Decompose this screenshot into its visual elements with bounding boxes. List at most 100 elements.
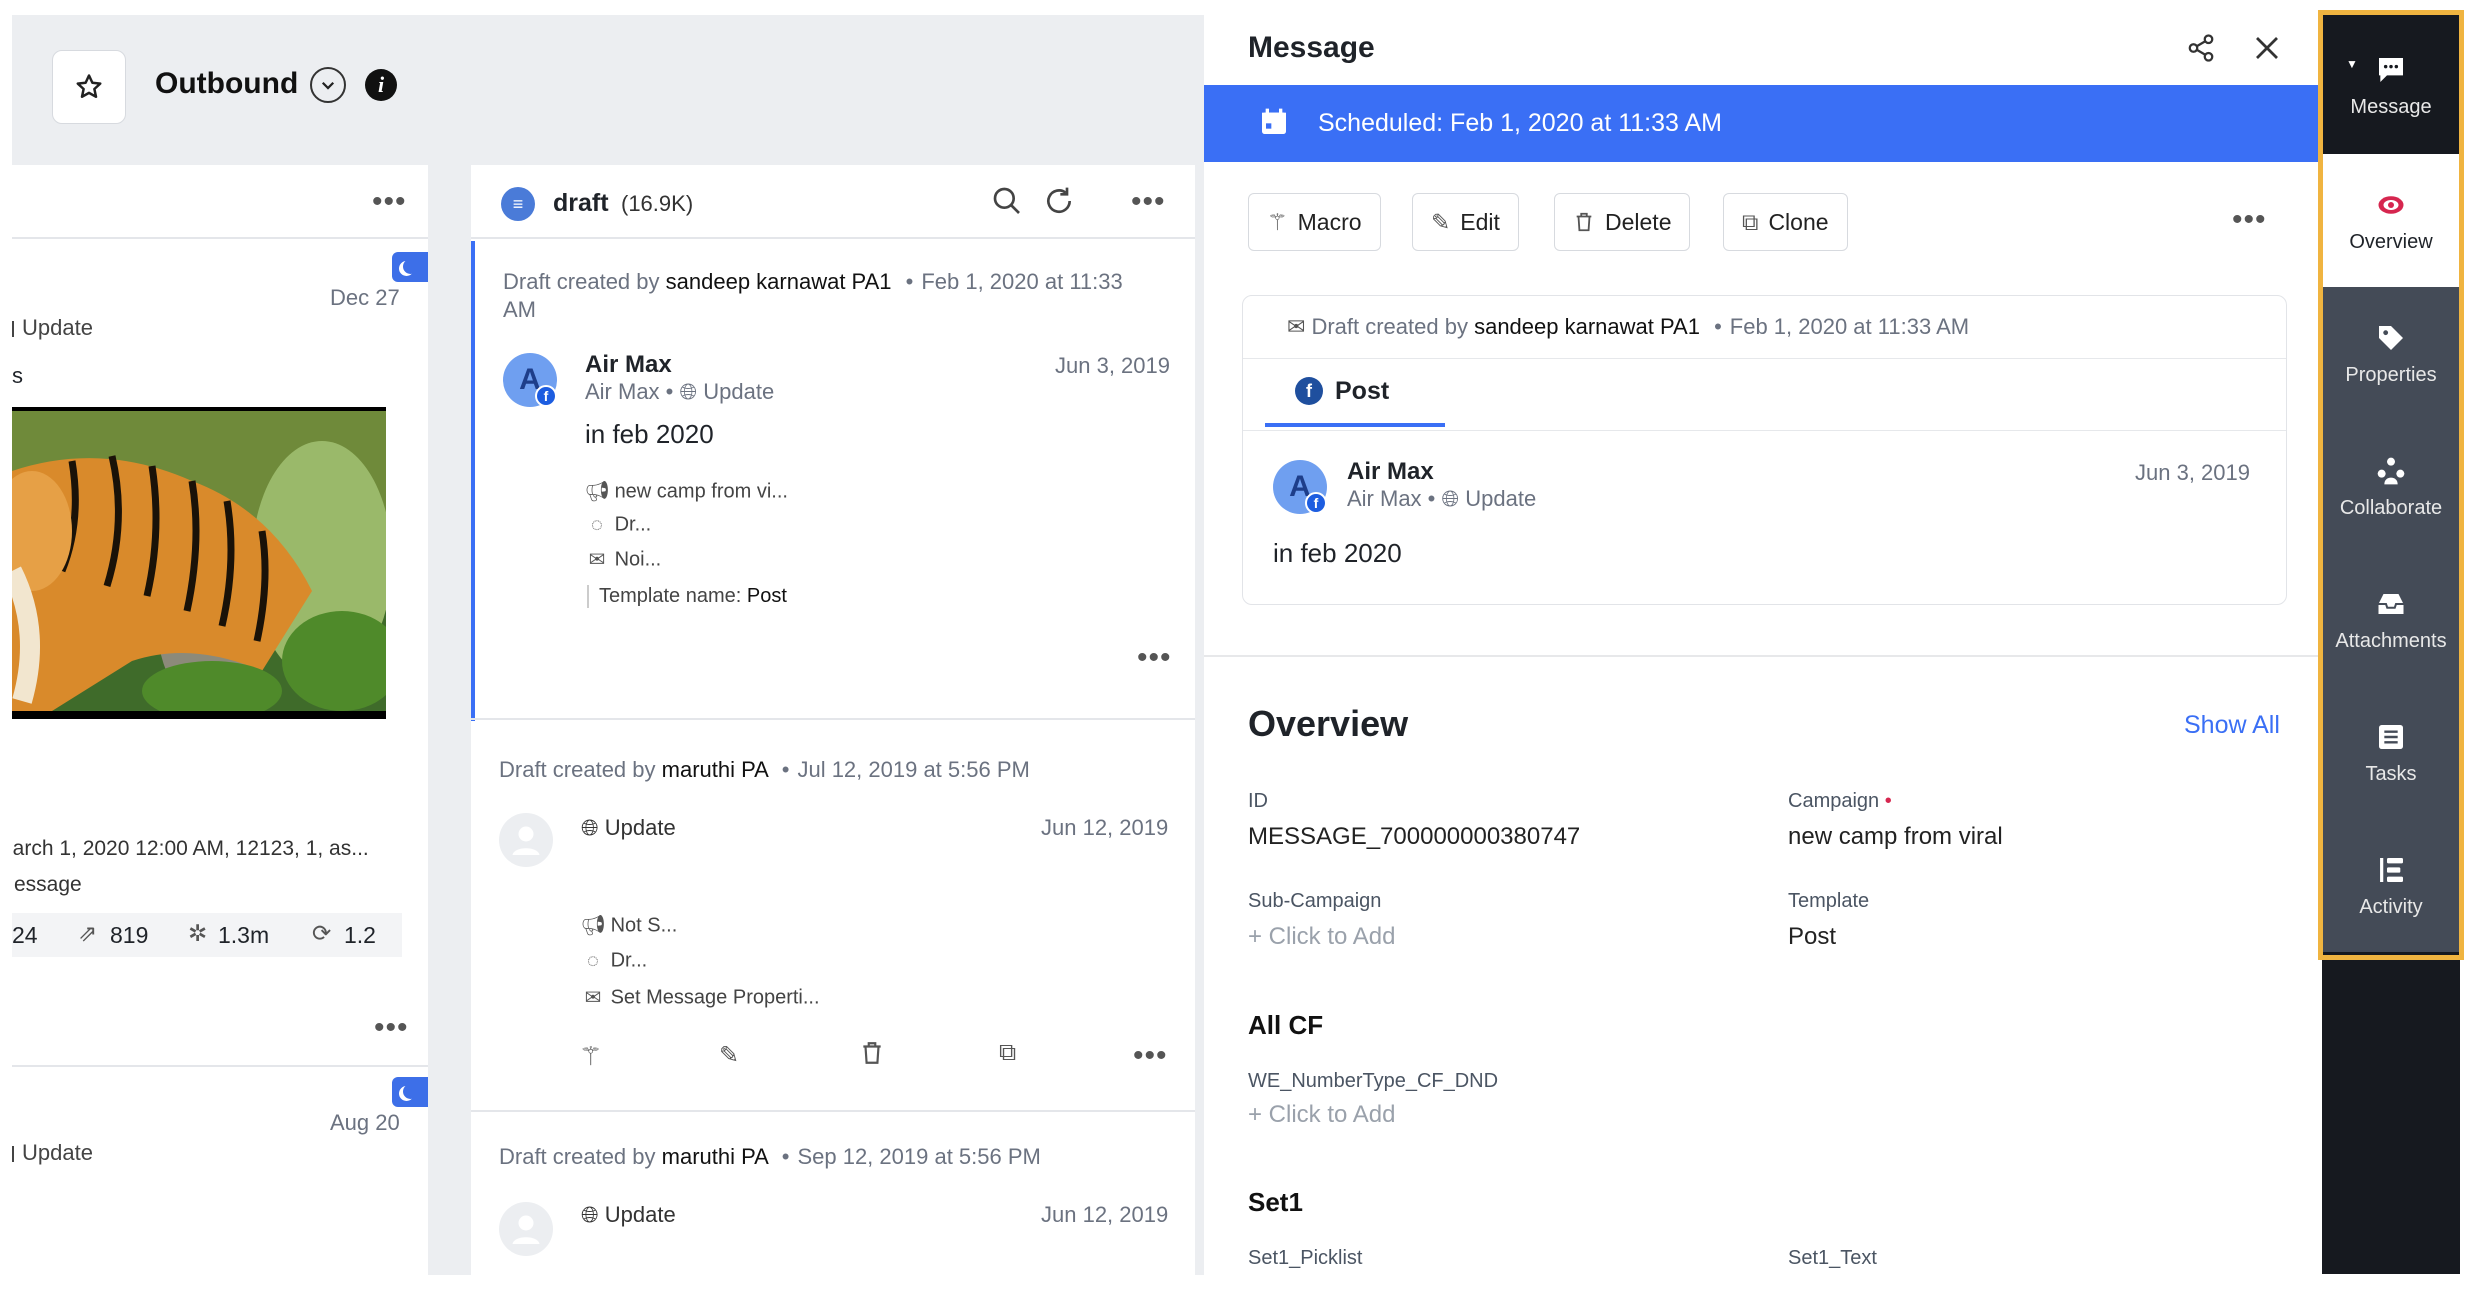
tasks-icon xyxy=(2373,719,2409,755)
post-message-fragment: essage xyxy=(14,873,82,896)
more-icon[interactable]: ••• xyxy=(1131,187,1166,217)
facebook-icon: f xyxy=(1305,492,1327,514)
rail-item-attachments[interactable]: Attachments xyxy=(2322,553,2460,686)
stat-reposts: 1.2 xyxy=(344,922,376,948)
post-text-fragment: s xyxy=(12,363,23,388)
more-icon[interactable]: ••• xyxy=(374,1013,409,1043)
post-body: in feb 2020 xyxy=(1273,538,1402,568)
post-date: Jun 12, 2019 xyxy=(1041,815,1169,840)
share-icon[interactable] xyxy=(2186,33,2216,68)
macro-button[interactable]: ⚚ Macro xyxy=(1248,193,1381,251)
overview-title: Overview xyxy=(1248,703,1409,744)
status-icon: ◌ xyxy=(591,513,603,536)
template-row: Template name: Post xyxy=(587,585,787,608)
rail-item-tasks[interactable]: Tasks xyxy=(2322,686,2460,819)
field-value-campaign[interactable]: new camp from viral xyxy=(1788,823,2003,851)
magic-wand-icon: ⚚ xyxy=(1267,208,1288,235)
section-title-allcf: All CF xyxy=(1248,1010,1324,1040)
post-date: Jun 12, 2019 xyxy=(1041,1202,1169,1227)
draft-card[interactable]: Draft created by sandeep karnawat PA1 • F… xyxy=(471,241,1195,721)
info-icon[interactable]: i xyxy=(365,69,397,101)
caret-down-icon: ▼ xyxy=(2346,57,2358,71)
post-meta-line: larch 1, 2020 12:00 AM, 12123, 1, as... xyxy=(12,837,369,860)
divider xyxy=(1243,430,2286,431)
rail-item-message[interactable]: Message ▼ xyxy=(2322,19,2460,152)
stat-shares: 819 xyxy=(110,922,149,948)
account-sub: Air Max • 🌐︎ Update xyxy=(1347,486,1537,511)
subcampaign-add-link[interactable]: + Click to Add xyxy=(1248,923,1395,951)
collaborate-icon xyxy=(2373,453,2409,489)
account-name: Air Max xyxy=(585,351,672,378)
divider xyxy=(12,1065,428,1067)
draft-card[interactable]: Draft created by maruthi PA • Jul 12, 201… xyxy=(471,721,1195,1111)
card-timestamp-cont: AM xyxy=(503,297,536,322)
post-type: 🌐︎ Update xyxy=(581,1202,676,1227)
inbox-icon xyxy=(2373,586,2409,622)
column-header: ≡ draft (16.9K) ••• xyxy=(471,165,1195,239)
draft-stream-column: ≡ draft (16.9K) ••• Draft created by san… xyxy=(471,165,1195,1275)
edit-button[interactable]: ✎ Edit xyxy=(1412,193,1519,251)
card-created-line: Draft created by maruthi PA • Sep 12, 201… xyxy=(499,1144,1041,1169)
page-title: Outbound xyxy=(155,67,299,100)
status-row: ◌ Dr... xyxy=(581,949,647,973)
status-row: ◌ Dr... xyxy=(585,513,651,537)
cf-add-link[interactable]: + Click to Add xyxy=(1248,1101,1395,1129)
field-label-campaign: Campaign • xyxy=(1788,790,1892,812)
rail-item-activity[interactable]: Activity xyxy=(2322,819,2460,952)
field-label-cf: WE_NumberType_CF_DND xyxy=(1248,1070,1499,1092)
avatar xyxy=(499,1202,553,1256)
field-label-set1-text: Set1_Text xyxy=(1788,1247,1877,1269)
card-created-line: ✉ Draft created by sandeep karnawat PA1 •… xyxy=(1287,314,1970,339)
post-date: Jun 3, 2019 xyxy=(1055,353,1170,378)
post-body: in feb 2020 xyxy=(585,419,714,449)
delete-trash-icon[interactable] xyxy=(859,1039,885,1072)
field-label-template: Template xyxy=(1788,890,1870,912)
message-card: ✉ Draft created by sandeep karnawat PA1 •… xyxy=(1242,295,2287,605)
close-icon[interactable] xyxy=(2252,33,2282,68)
delete-button[interactable]: Delete xyxy=(1554,193,1691,251)
more-icon[interactable]: ••• xyxy=(1133,1041,1168,1071)
share-icon: ⇗ xyxy=(78,920,98,946)
section-divider xyxy=(1204,655,2320,657)
megaphone-icon: 📢︎ xyxy=(584,480,610,503)
facebook-icon: f xyxy=(535,385,557,407)
card-created-line: Draft created by maruthi PA • Jul 12, 201… xyxy=(499,757,1030,782)
field-value-id: MESSAGE_700000000380747 xyxy=(1248,823,1581,850)
post-type: Update xyxy=(12,1140,93,1166)
activity-icon xyxy=(2373,852,2409,888)
draft-card[interactable]: Draft created by maruthi PA • Sep 12, 201… xyxy=(471,1112,1195,1272)
favorite-star-button[interactable] xyxy=(52,50,126,124)
show-all-link[interactable]: Show All xyxy=(2184,711,2280,740)
account-name: Air Max xyxy=(1347,458,1434,485)
rail-item-collaborate[interactable]: Collaborate xyxy=(2322,420,2460,553)
facebook-icon: f xyxy=(1295,377,1323,405)
field-value-template[interactable]: Post xyxy=(1788,923,1836,951)
reach-icon: ✲ xyxy=(188,920,208,946)
more-icon[interactable]: ••• xyxy=(2232,205,2267,235)
clone-button[interactable]: ⧉ Clone xyxy=(1723,193,1848,251)
required-dot: • xyxy=(1884,790,1892,812)
rail-item-overview[interactable]: Overview xyxy=(2322,154,2460,287)
post-type: Update xyxy=(12,315,93,341)
tag-icon xyxy=(2373,320,2409,356)
chevron-down-icon[interactable] xyxy=(310,67,346,103)
macro-wand-icon[interactable]: ⚚ xyxy=(579,1041,602,1072)
edit-pencil-icon[interactable]: ✎ xyxy=(719,1041,739,1070)
more-icon[interactable]: ••• xyxy=(372,187,407,217)
inbox-icon: ✉ xyxy=(1287,314,1306,339)
globe-icon: 🌐︎ xyxy=(679,379,698,404)
field-label-set1-picklist: Set1_Picklist xyxy=(1248,1247,1363,1269)
refresh-icon[interactable] xyxy=(1043,185,1075,222)
account-sub: Air Max • 🌐︎ Update xyxy=(585,379,775,404)
outbound-app: Outbound i ••• Dec 27 Update s larch 1, … xyxy=(12,15,1204,1275)
stats-bar: 24 ⇗ 819 ✲ 1.3m ⟳ 1.2 xyxy=(12,913,402,957)
divider xyxy=(471,718,1195,720)
moon-icon xyxy=(392,252,428,282)
field-label-subcampaign: Sub-Campaign xyxy=(1248,890,1382,912)
tab-post[interactable]: f Post xyxy=(1265,359,1445,427)
more-icon[interactable]: ••• xyxy=(1137,643,1172,673)
pencil-icon: ✎ xyxy=(1431,208,1451,235)
rail-item-properties[interactable]: Properties xyxy=(2322,287,2460,420)
clone-icon[interactable]: ⧉ xyxy=(999,1039,1016,1067)
search-icon[interactable] xyxy=(991,185,1023,222)
